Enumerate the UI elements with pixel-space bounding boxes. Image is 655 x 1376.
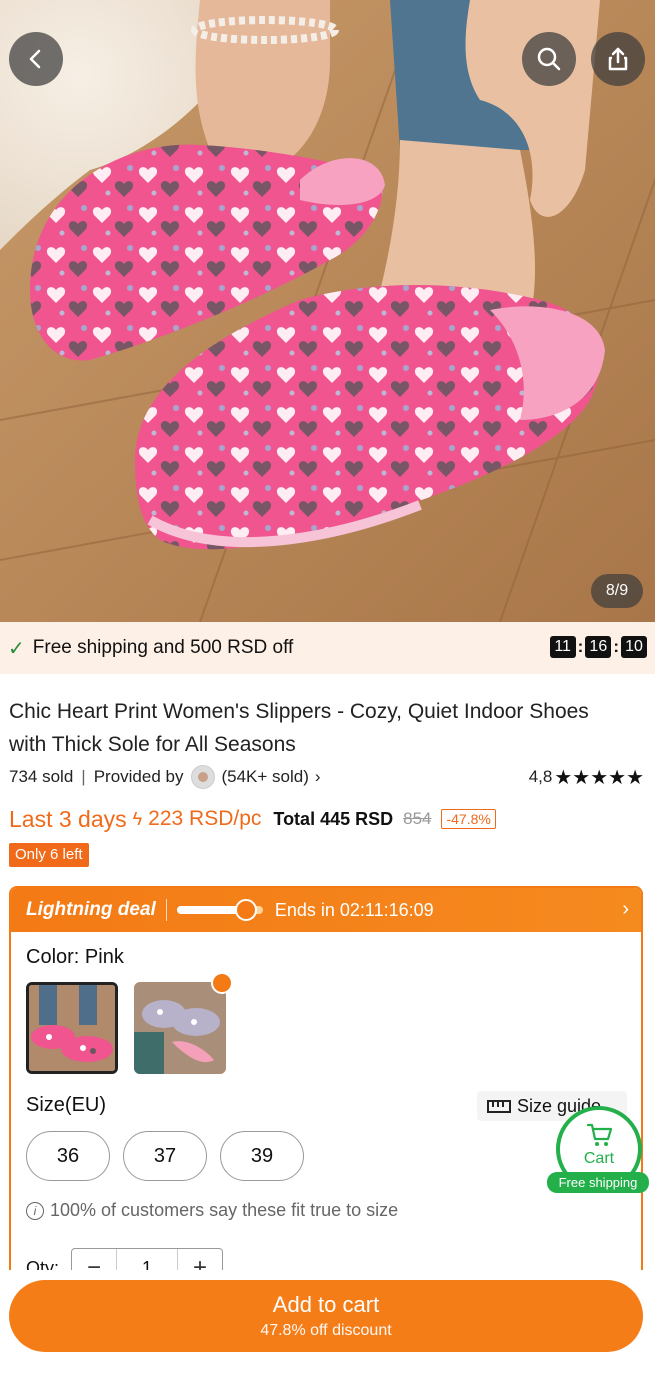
rating-value: 4,8 bbox=[528, 767, 553, 786]
free-shipping-text: Free shipping and 500 RSD off bbox=[32, 637, 294, 658]
back-button[interactable] bbox=[9, 32, 63, 86]
product-title: Chic Heart Print Women's Slippers - Cozy… bbox=[9, 700, 589, 756]
new-indicator-dot bbox=[211, 972, 233, 994]
cart-icon bbox=[586, 1123, 613, 1146]
search-button[interactable] bbox=[522, 32, 576, 86]
timer-seconds: 10 bbox=[621, 636, 647, 658]
share-icon bbox=[608, 47, 628, 71]
search-icon bbox=[537, 47, 561, 71]
free-shipping-badge: Free shipping bbox=[547, 1172, 649, 1193]
provided-by-label: Provided by bbox=[93, 767, 184, 786]
chevron-right-icon: › bbox=[314, 767, 321, 786]
share-button[interactable] bbox=[591, 32, 645, 86]
product-image-gallery[interactable]: 8/9 bbox=[0, 0, 655, 622]
size-option-37[interactable]: 37 bbox=[123, 1131, 207, 1181]
countdown-timer: 11 : 16 : 10 bbox=[549, 636, 647, 658]
info-icon: i bbox=[26, 1201, 44, 1220]
deal-progress-bar bbox=[176, 899, 263, 921]
stock-badge: Only 6 left bbox=[9, 843, 89, 867]
add-to-cart-discount: 47.8% off discount bbox=[260, 1322, 392, 1339]
chevron-left-icon bbox=[29, 49, 41, 69]
lightning-deal-header[interactable]: Lightning deal Ends in 02:11:16:09 › bbox=[11, 888, 641, 932]
seller-logo-icon bbox=[191, 765, 216, 789]
seller-link[interactable]: Provided by (54K+ sold) › bbox=[94, 765, 321, 789]
total-price: Total 445 RSD bbox=[273, 808, 394, 829]
size-option-36[interactable]: 36 bbox=[26, 1131, 110, 1181]
deal-ends-text: Ends in 02:11:16:09 bbox=[274, 899, 434, 920]
cart-label: Cart bbox=[583, 1150, 615, 1167]
free-shipping-banner: ✓ Free shipping and 500 RSD off 11 : 16 … bbox=[0, 622, 655, 674]
product-meta-row: 734 sold | Provided by (54K+ sold) › 4,8… bbox=[9, 765, 644, 790]
chevron-right-icon: › bbox=[622, 898, 629, 920]
unit-price: 223 RSD/pc bbox=[148, 807, 262, 830]
lightning-icon: ϟ bbox=[132, 808, 143, 829]
original-price: 854 bbox=[403, 809, 432, 828]
color-option-pink[interactable] bbox=[26, 982, 118, 1074]
seller-sold-count: (54K+ sold) bbox=[221, 767, 309, 786]
add-to-cart-label: Add to cart bbox=[272, 1292, 380, 1317]
timer-hours: 11 bbox=[549, 636, 576, 658]
image-counter: 8/9 bbox=[591, 574, 643, 608]
ruler-icon bbox=[487, 1099, 511, 1113]
add-to-cart-button[interactable]: Add to cart 47.8% off discount bbox=[9, 1280, 643, 1352]
fit-note: i 100% of customers say these fit true t… bbox=[26, 1200, 398, 1221]
timer-minutes: 16 bbox=[585, 636, 612, 658]
price-row: Last 3 days ϟ 223 RSD/pc Total 445 RSD 8… bbox=[9, 804, 649, 834]
sold-count: 734 sold bbox=[9, 767, 74, 786]
checkmark-icon: ✓ bbox=[8, 637, 25, 660]
size-option-39[interactable]: 39 bbox=[220, 1131, 304, 1181]
clock-icon bbox=[234, 899, 257, 921]
star-icons: ★★★★★ bbox=[554, 766, 644, 789]
lightning-deal-panel: Lightning deal Ends in 02:11:16:09 › Col… bbox=[9, 886, 643, 1286]
fit-note-text: 100% of customers say these fit true to … bbox=[50, 1200, 399, 1220]
size-label: Size(EU) bbox=[26, 1094, 107, 1116]
lightning-deal-title: Lightning deal bbox=[26, 899, 156, 920]
bottom-action-bar: Add to cart 47.8% off discount bbox=[0, 1270, 655, 1376]
last-days-label: Last 3 days bbox=[9, 805, 127, 832]
rating[interactable]: 4,8 ★★★★★ bbox=[529, 765, 644, 790]
product-photo bbox=[0, 0, 655, 622]
discount-badge: -47.8% bbox=[441, 809, 496, 829]
gray-slipper-thumbnail bbox=[134, 982, 226, 1074]
pink-slipper-thumbnail bbox=[29, 985, 115, 1071]
color-option-gray[interactable] bbox=[134, 982, 226, 1074]
color-label: Color: Pink bbox=[26, 946, 124, 968]
